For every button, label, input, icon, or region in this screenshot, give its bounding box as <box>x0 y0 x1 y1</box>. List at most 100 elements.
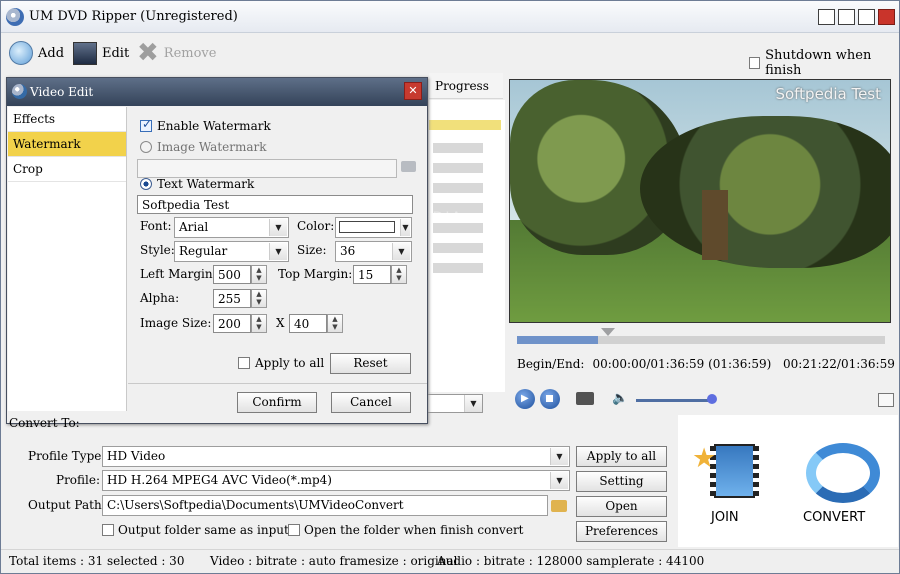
close-button[interactable] <box>878 9 895 25</box>
image-watermark-label: Image Watermark <box>157 140 267 154</box>
chevron-down-icon: ▼ <box>269 243 287 260</box>
apply-all-label: Apply to all <box>255 356 325 370</box>
status-audio: Audio : bitrate : 128000 samplerate : 44… <box>437 554 705 568</box>
top-margin-input[interactable]: 15 <box>353 265 391 284</box>
profile-type-select[interactable]: HD Video ▼ <box>102 446 570 467</box>
chevron-down-icon: ▼ <box>400 219 410 236</box>
enable-watermark-checkbox[interactable]: ✓ <box>140 117 152 132</box>
seek-slider[interactable] <box>517 328 885 344</box>
status-bar: Total items : 31 selected : 30 Video : b… <box>1 549 899 573</box>
stop-icon <box>546 395 553 402</box>
image-height-stepper[interactable]: ▲ ▼ <box>327 314 343 333</box>
convert-icon[interactable] <box>806 443 880 503</box>
join-button[interactable]: JOIN <box>711 510 739 525</box>
confirm-button[interactable]: Confirm <box>237 392 317 413</box>
progress-bar <box>433 143 483 153</box>
apply-to-all-button[interactable]: Apply to all <box>576 446 667 467</box>
image-size-x: X <box>276 316 285 330</box>
shutdown-checkbox[interactable] <box>749 57 761 69</box>
shutdown-option[interactable]: Shutdown when finish <box>749 48 899 78</box>
size-select[interactable]: 36 ▼ <box>335 241 412 262</box>
tab-watermark[interactable]: Watermark <box>8 132 126 157</box>
apply-all-option[interactable]: Apply to all <box>238 356 324 370</box>
open-folder-option[interactable]: Open the folder when finish convert <box>288 523 524 537</box>
image-height-input[interactable]: 40 <box>289 314 327 333</box>
progress-column-header[interactable]: Progress <box>429 73 503 99</box>
alpha-stepper[interactable]: ▲ ▼ <box>251 289 267 308</box>
color-swatch <box>339 221 395 233</box>
style-select[interactable]: Regular ▼ <box>174 241 289 262</box>
watermark-text-input[interactable]: Softpedia Test <box>137 195 413 214</box>
image-width-input[interactable]: 200 <box>213 314 251 333</box>
dialog-icon <box>12 84 27 99</box>
fullscreen-icon[interactable] <box>878 393 894 407</box>
alpha-input[interactable]: 255 <box>213 289 251 308</box>
remove-icon: ✖ <box>137 38 159 68</box>
left-margin-input[interactable]: 500 <box>213 265 251 284</box>
remove-button[interactable]: ✖ Remove <box>137 40 216 66</box>
progress-bar <box>433 243 483 253</box>
add-icon <box>9 41 33 65</box>
top-margin-label: Top Margin: <box>278 267 353 281</box>
image-width-stepper[interactable]: ▲ ▼ <box>251 314 267 333</box>
output-path-input[interactable]: C:\Users\Softpedia\Documents\UMVideoConv… <box>102 495 548 516</box>
font-select[interactable]: Arial ▼ <box>174 217 289 238</box>
profile-select[interactable]: HD H.264 MPEG4 AVC Video(*.mp4) ▼ <box>102 470 570 491</box>
open-button[interactable]: Open <box>576 496 667 517</box>
edit-button[interactable]: Edit <box>73 40 129 66</box>
image-watermark-row[interactable]: Image Watermark <box>140 140 267 154</box>
open-folder-label: Open the folder when finish convert <box>304 523 524 537</box>
same-folder-option[interactable]: Output folder same as input <box>102 523 289 537</box>
edit-icon <box>73 41 97 65</box>
folder-icon[interactable] <box>401 161 416 172</box>
text-watermark-row[interactable]: Text Watermark <box>140 177 254 191</box>
snapshot-icon[interactable] <box>576 392 594 405</box>
image-watermark-radio[interactable] <box>140 141 152 153</box>
enable-watermark-row[interactable]: ✓ Enable Watermark <box>140 117 271 133</box>
join-icon[interactable] <box>710 444 759 498</box>
left-margin-stepper[interactable]: ▲ ▼ <box>251 265 267 284</box>
font-value: Arial <box>179 220 209 234</box>
volume-knob[interactable] <box>707 394 717 404</box>
add-button[interactable]: Add <box>9 40 64 66</box>
tab-effects[interactable]: Effects <box>8 107 126 132</box>
maximize-button[interactable] <box>858 9 875 25</box>
tab-crop[interactable]: Crop <box>8 157 126 182</box>
background-dropdown[interactable]: ▼ <box>427 394 483 413</box>
seek-marker[interactable] <box>600 328 615 336</box>
dialog-title-bar: Video Edit ✕ <box>7 78 427 106</box>
style-value: Regular <box>179 244 228 258</box>
watermark-form: ✓ Enable Watermark Image Watermark Text … <box>137 111 419 381</box>
reset-button[interactable]: Reset <box>330 353 411 374</box>
preferences-button[interactable]: Preferences <box>576 521 667 542</box>
setting-button[interactable]: Setting <box>576 471 667 492</box>
open-folder-checkbox[interactable] <box>288 524 300 536</box>
chevron-down-icon: ▼ <box>269 219 287 236</box>
color-select[interactable]: ▼ <box>335 217 412 238</box>
cancel-button[interactable]: Cancel <box>331 392 411 413</box>
speaker-icon[interactable]: 🔈 <box>612 391 628 406</box>
color-label: Color: <box>297 219 335 233</box>
image-path-field[interactable] <box>137 159 397 178</box>
dialog-close-button[interactable]: ✕ <box>404 82 422 100</box>
convert-button[interactable]: CONVERT <box>803 510 865 525</box>
menu-window-button[interactable] <box>818 9 835 25</box>
volume-slider[interactable] <box>636 399 716 402</box>
minimize-button[interactable] <box>838 9 855 25</box>
text-watermark-radio[interactable] <box>140 178 152 190</box>
play-button[interactable]: ▶ <box>515 389 535 409</box>
stop-button[interactable] <box>540 389 560 409</box>
top-margin-stepper[interactable]: ▲ ▼ <box>391 265 407 284</box>
convert-to-label: Convert To: <box>9 416 80 430</box>
apply-all-checkbox[interactable] <box>238 357 250 369</box>
same-folder-checkbox[interactable] <box>102 524 114 536</box>
chevron-down-icon: ▼ <box>392 243 410 260</box>
title-bar: UM DVD Ripper (Unregistered) <box>1 1 899 33</box>
dialog-title: Video Edit <box>30 85 94 99</box>
window-title: UM DVD Ripper (Unregistered) <box>29 9 238 24</box>
remove-label: Remove <box>163 45 217 61</box>
style-label: Style: <box>140 243 175 257</box>
convert-panel: Convert To: Profile Type: HD Video ▼ Pro… <box>3 416 675 548</box>
play-icon: ▶ <box>521 393 529 404</box>
folder-icon[interactable] <box>551 500 567 512</box>
